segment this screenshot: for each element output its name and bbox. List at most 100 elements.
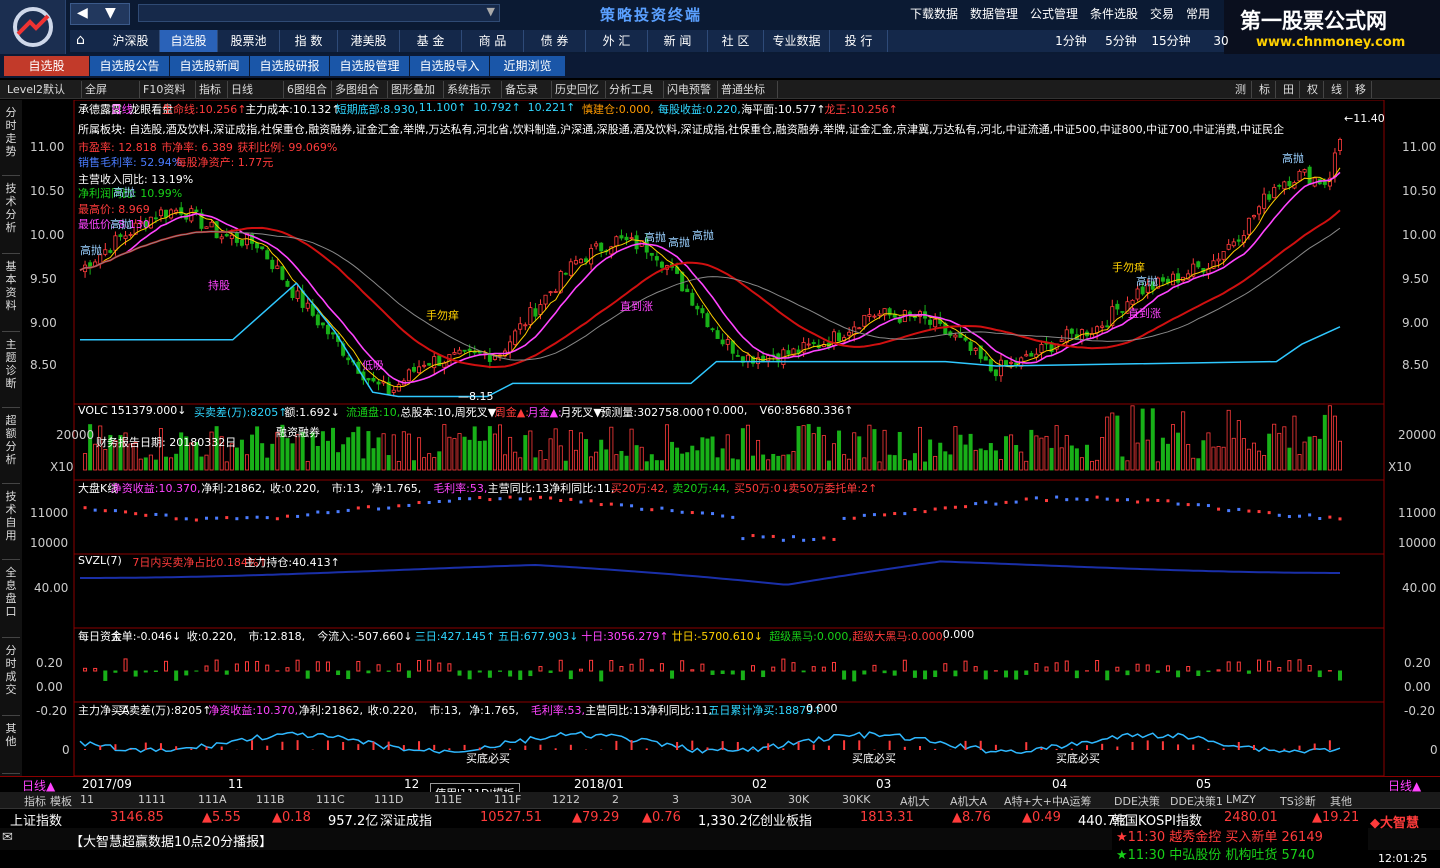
toolbar-item[interactable]: 备忘录: [502, 81, 552, 98]
indicator-tab[interactable]: 30A: [730, 793, 752, 806]
indicator-tab[interactable]: 111A: [198, 793, 227, 806]
indicator-tab[interactable]: 30K: [788, 793, 809, 806]
net-axis-label: 0: [62, 743, 70, 757]
toolbar-item[interactable]: 6图组合: [284, 81, 332, 98]
indicator-tab[interactable]: A机大A: [950, 793, 987, 809]
news-headline[interactable]: 【大智慧超赢数据10点20分播报】: [70, 831, 272, 850]
left-tab[interactable]: 基本资料: [2, 256, 20, 332]
indicator-tab[interactable]: 111B: [256, 793, 285, 806]
left-tab[interactable]: 主题诊断: [2, 334, 20, 408]
toolbar-right-button[interactable]: 田: [1278, 81, 1300, 98]
nav-tab[interactable]: 港美股: [338, 30, 400, 52]
indicator-tab[interactable]: 111D: [374, 793, 403, 806]
search-dropdown[interactable]: ▼: [138, 4, 500, 22]
subnav-tab[interactable]: 近期浏览: [490, 56, 566, 76]
nav-tab[interactable]: 股票池: [218, 30, 280, 52]
indicator-tab[interactable]: 111F: [494, 793, 521, 806]
toolbar-item[interactable]: 普通坐标: [718, 81, 778, 98]
toolbar-item[interactable]: F10资料: [140, 81, 196, 98]
period-tab[interactable]: 15分钟: [1146, 30, 1196, 52]
fund-bar: [680, 660, 685, 672]
toolbar-item[interactable]: 图形叠加: [388, 81, 444, 98]
nav-tab[interactable]: 专业数据: [764, 30, 830, 52]
indicator-tab[interactable]: A运筹: [1062, 793, 1092, 809]
left-tab[interactable]: 分时成交: [2, 640, 20, 716]
left-tab[interactable]: 超额分析: [2, 410, 20, 484]
top-menu-item[interactable]: 公式管理: [1030, 5, 1078, 22]
subnav-tab[interactable]: 自选股管理: [330, 56, 410, 76]
indicator-tab[interactable]: 3: [672, 793, 679, 806]
toolbar-right-button[interactable]: 移: [1350, 81, 1372, 98]
indicator-tab[interactable]: DDE决策1: [1170, 793, 1223, 809]
indicator-tab[interactable]: 2: [612, 793, 619, 806]
toolbar-right-button[interactable]: 测: [1230, 81, 1252, 98]
top-menu-item[interactable]: 下载数据: [910, 5, 958, 22]
toolbar-item[interactable]: 日线: [228, 81, 284, 98]
nav-tab[interactable]: 债 券: [524, 30, 586, 52]
indicator-tab[interactable]: 30KK: [842, 793, 870, 806]
ticker-index-name[interactable]: 创业板指: [760, 810, 812, 829]
indicator-tab[interactable]: 111E: [434, 793, 462, 806]
indicator-tab[interactable]: 1212: [552, 793, 580, 806]
indicator-tab[interactable]: 指标: [24, 793, 46, 809]
toolbar-item[interactable]: 历史回忆: [552, 81, 606, 98]
ticker-index-name[interactable]: 上证指数: [10, 810, 62, 829]
chevron-down-icon[interactable]: ▼: [487, 5, 495, 18]
back-forward-buttons[interactable]: ◀ ▼: [70, 3, 130, 25]
top-menu-item[interactable]: 数据管理: [970, 5, 1018, 22]
toolbar-right-button[interactable]: 线: [1326, 81, 1348, 98]
subnav-tab[interactable]: 自选股新闻: [170, 56, 250, 76]
back-arrow-icon[interactable]: ◀: [77, 5, 88, 21]
left-tab[interactable]: 其他: [2, 718, 20, 774]
period-tab[interactable]: 1分钟: [1046, 30, 1096, 52]
nav-tab[interactable]: 指 数: [280, 30, 338, 52]
fund-bar: [1145, 664, 1150, 672]
toolbar-item[interactable]: 系统指示: [444, 81, 502, 98]
toolbar-item[interactable]: 全屏: [82, 81, 140, 98]
period-tab[interactable]: 30: [1196, 30, 1246, 52]
mail-icon[interactable]: ✉: [2, 830, 13, 845]
top-menu-item[interactable]: 常用: [1186, 5, 1210, 22]
toolbar-item[interactable]: 分析工具: [606, 81, 664, 98]
nav-tab[interactable]: 商 品: [462, 30, 524, 52]
indicator-tab[interactable]: TS诊断: [1280, 793, 1316, 809]
indicator-tab[interactable]: 111C: [316, 793, 345, 806]
nav-tab[interactable]: 社 区: [708, 30, 764, 52]
indicator-tab[interactable]: 其他: [1330, 793, 1352, 809]
subnav-tab[interactable]: 自选股导入: [410, 56, 490, 76]
home-icon[interactable]: ⌂: [76, 32, 85, 48]
nav-tab[interactable]: 基 金: [400, 30, 462, 52]
top-menu-item[interactable]: 交易: [1150, 5, 1174, 22]
indicator-tab[interactable]: 模板: [50, 793, 72, 809]
period-tab[interactable]: 5分钟: [1096, 30, 1146, 52]
indicator-tab[interactable]: 1111: [138, 793, 166, 806]
nav-tab[interactable]: 自选股: [160, 30, 218, 52]
top-menu-item[interactable]: 条件选股: [1090, 5, 1138, 22]
indicator-tab[interactable]: A机大: [900, 793, 930, 809]
left-tab[interactable]: 技术分析: [2, 178, 20, 254]
nav-tab[interactable]: 沪深股: [102, 30, 160, 52]
left-tab[interactable]: 全息盘口: [2, 562, 20, 638]
left-tab[interactable]: 技术自用: [2, 486, 20, 560]
toolbar-item[interactable]: 指标: [196, 81, 228, 98]
nav-tab[interactable]: 新 闻: [648, 30, 708, 52]
subnav-tab[interactable]: 自选股: [4, 56, 90, 76]
alert-item[interactable]: ★11:30 中弘股份 机构吐货 5740: [1116, 844, 1315, 863]
nav-tab[interactable]: 投 行: [830, 30, 888, 52]
indicator-tab[interactable]: A特+大+中: [1004, 793, 1063, 809]
indicator-tab[interactable]: 11: [80, 793, 94, 806]
toolbar-item[interactable]: 闪电预警: [664, 81, 718, 98]
alert-item[interactable]: ★11:30 越秀金控 买入新单 26149: [1116, 826, 1323, 845]
toolbar-right-button[interactable]: 标: [1254, 81, 1276, 98]
toolbar-item[interactable]: 多图组合: [332, 81, 388, 98]
forward-arrow-icon[interactable]: ▼: [105, 5, 116, 21]
subnav-tab[interactable]: 自选股研报: [250, 56, 330, 76]
subnav-tab[interactable]: 自选股公告: [90, 56, 170, 76]
left-tab[interactable]: 分时走势: [2, 102, 20, 176]
indicator-tab[interactable]: DDE决策: [1114, 793, 1160, 809]
ticker-index-name[interactable]: 深证成指: [380, 810, 432, 829]
toolbar-item[interactable]: Level2默认: [4, 81, 82, 98]
toolbar-right-button[interactable]: 权: [1302, 81, 1324, 98]
indicator-tab[interactable]: LMZY: [1226, 793, 1256, 806]
nav-tab[interactable]: 外 汇: [586, 30, 648, 52]
